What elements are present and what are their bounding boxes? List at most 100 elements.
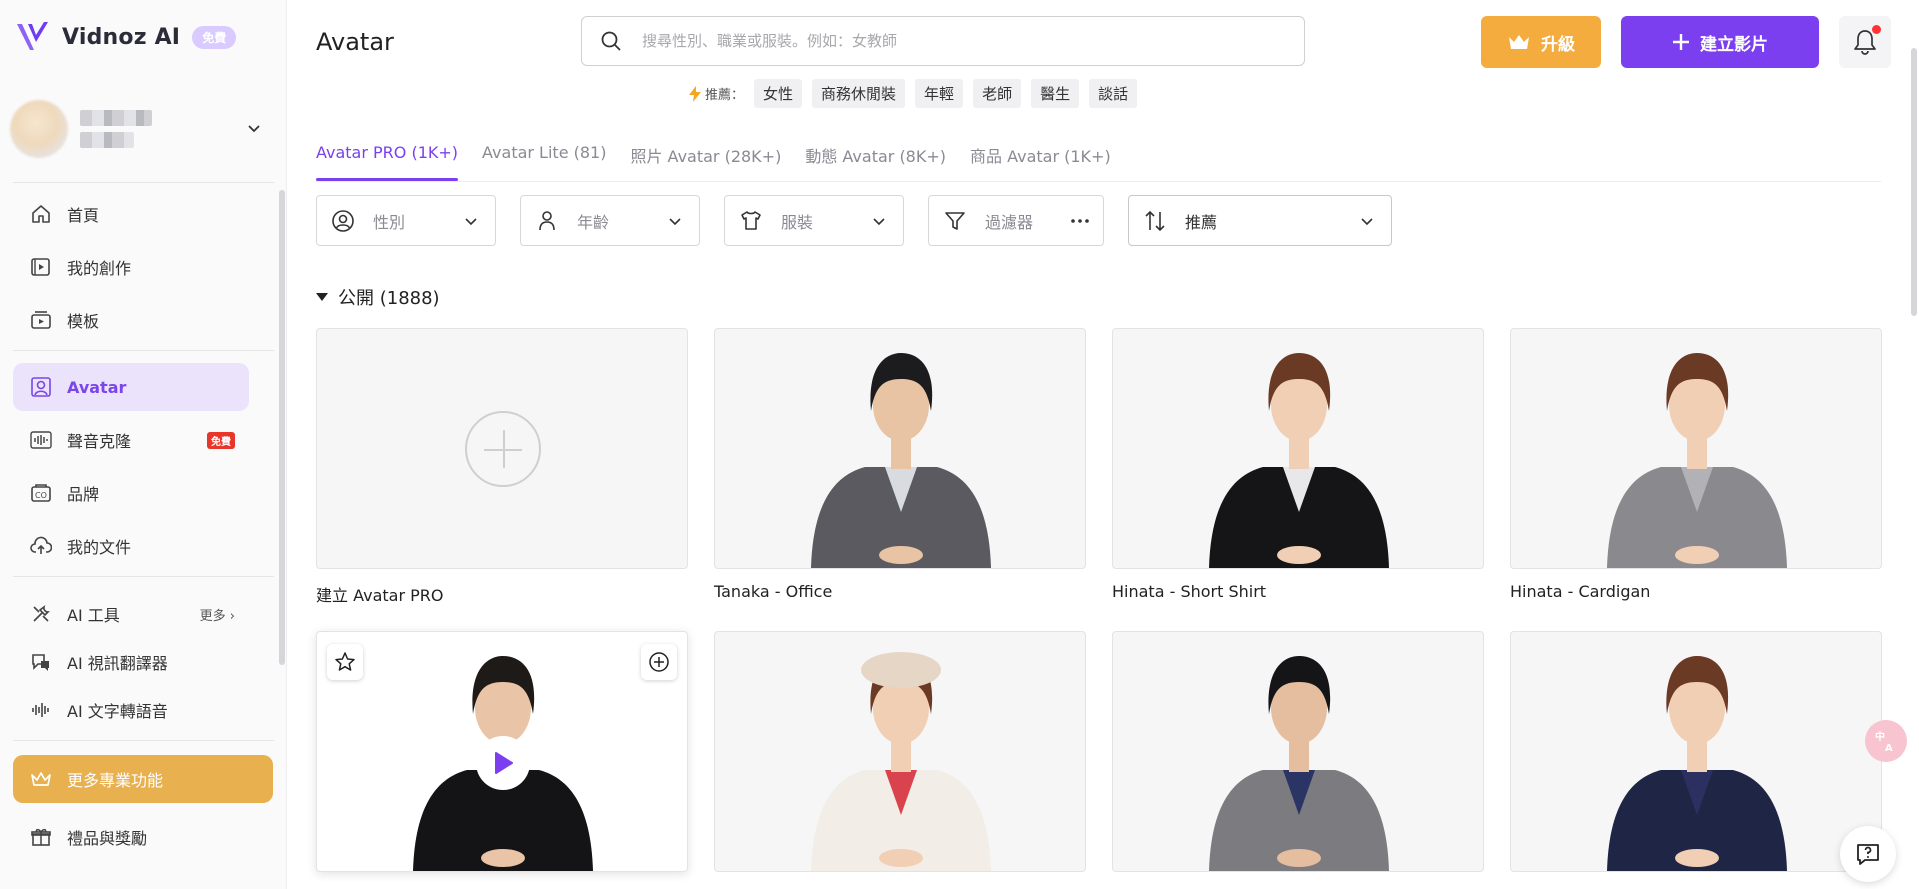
video-play-icon xyxy=(29,255,53,279)
gender-filter[interactable]: 性別 xyxy=(316,195,496,246)
sidebar-item-my-files[interactable]: 我的文件 xyxy=(13,522,249,570)
user-avatar xyxy=(10,100,68,158)
user-account[interactable] xyxy=(10,98,270,160)
avatar-card[interactable] xyxy=(316,631,688,872)
template-icon xyxy=(29,308,53,332)
recommend-label: 推薦： xyxy=(688,84,744,103)
sidebar-item-label: 模板 xyxy=(67,312,100,331)
tab-photo-avatar[interactable]: 照片 Avatar (28K+) xyxy=(630,143,781,181)
notification-dot xyxy=(1872,25,1881,34)
play-preview-button[interactable] xyxy=(476,736,530,790)
recommend-chip[interactable]: 醫生 xyxy=(1031,79,1080,108)
pro-button-label: 更多專業功能 xyxy=(67,771,164,790)
avatar-card[interactable] xyxy=(714,631,1086,872)
search-input[interactable] xyxy=(642,32,1242,50)
sidebar-item-text-to-speech[interactable]: AI 文字轉語音 xyxy=(13,686,249,734)
translate-icon xyxy=(29,650,53,674)
avatar-card[interactable] xyxy=(714,328,1086,569)
waveform-icon xyxy=(29,428,53,452)
outfit-filter-label: 服裝 xyxy=(781,212,814,232)
avatar-card[interactable] xyxy=(1112,328,1484,569)
divider xyxy=(13,576,274,577)
tab-dynamic-avatar[interactable]: 動態 Avatar (8K+) xyxy=(805,143,946,181)
tab-avatar-pro[interactable]: Avatar PRO (1K+) xyxy=(316,143,459,181)
sort-label: 推薦 xyxy=(1185,212,1218,232)
chevron-down-icon xyxy=(465,218,477,226)
tab-avatar-lite[interactable]: Avatar Lite (81) xyxy=(482,143,606,181)
recommend-chip[interactable]: 女性 xyxy=(754,79,803,108)
public-section-header[interactable]: 公開 (1888) xyxy=(316,284,440,310)
sidebar-item-brand[interactable]: CO 品牌 xyxy=(13,469,249,517)
crown-icon xyxy=(1509,35,1529,49)
recommend-chip[interactable]: 商務休閒裝 xyxy=(812,79,906,108)
svg-text:中: 中 xyxy=(1875,730,1885,743)
main-scrollbar[interactable] xyxy=(1911,48,1917,316)
help-chat-icon xyxy=(1857,844,1879,865)
sidebar-item-gifts-rewards[interactable]: 禮品與獎勵 xyxy=(13,813,249,861)
add-to-project-button[interactable] xyxy=(641,644,677,680)
plus-icon xyxy=(1673,34,1689,50)
brand-name: Vidnoz AI xyxy=(62,24,181,50)
sidebar-item-label: 首頁 xyxy=(67,206,100,225)
translate-fab-button[interactable]: 中A xyxy=(1865,720,1907,762)
divider xyxy=(13,740,274,741)
sort-dropdown[interactable]: 推薦 xyxy=(1128,195,1392,246)
divider xyxy=(13,350,274,351)
sidebar-item-label: 我的創作 xyxy=(67,259,132,278)
more-tools-link[interactable]: 更多 › xyxy=(200,605,235,624)
lightning-icon xyxy=(689,85,701,102)
advanced-filter[interactable]: 過濾器 xyxy=(928,195,1104,246)
age-filter[interactable]: 年齡 xyxy=(520,195,700,246)
avatar-card-label[interactable]: Tanaka - Office xyxy=(714,582,832,601)
sidebar-item-label: 品牌 xyxy=(67,485,100,504)
avatar-portrait xyxy=(811,353,991,568)
translate-icon: 中A xyxy=(1875,730,1893,753)
recommend-chip[interactable]: 年輕 xyxy=(915,79,964,108)
help-button[interactable] xyxy=(1840,826,1896,882)
chevron-down-icon[interactable] xyxy=(246,120,262,136)
sidebar-item-home[interactable]: 首頁 xyxy=(13,190,249,238)
avatar-type-tabs: Avatar PRO (1K+) Avatar Lite (81) 照片 Ava… xyxy=(316,143,1111,181)
more-pro-features-button[interactable]: 更多專業功能 xyxy=(13,755,273,803)
add-circle-icon xyxy=(649,652,669,672)
recommend-chip[interactable]: 老師 xyxy=(973,79,1022,108)
tools-icon xyxy=(29,602,53,626)
crown-icon xyxy=(31,772,51,786)
chevron-down-icon xyxy=(1361,218,1373,226)
favorite-button[interactable] xyxy=(327,644,363,680)
create-avatar-card[interactable] xyxy=(316,328,688,569)
avatar-card-label[interactable]: Hinata - Short Shirt xyxy=(1112,582,1266,601)
sidebar-item-templates[interactable]: 模板 xyxy=(13,296,249,344)
create-video-button[interactable]: 建立影片 xyxy=(1621,16,1819,68)
search-box[interactable] xyxy=(581,16,1305,66)
avatar-card-label[interactable]: Hinata - Cardigan xyxy=(1510,582,1650,601)
svg-text:A: A xyxy=(1885,743,1893,753)
avatar-card[interactable] xyxy=(1510,328,1882,569)
sidebar-item-voice-clone[interactable]: 聲音克隆 免費 xyxy=(13,416,249,464)
sidebar-scrollbar[interactable] xyxy=(279,190,285,665)
avatar-card-label[interactable]: 建立 Avatar PRO xyxy=(316,582,443,606)
sidebar-item-ai-tools[interactable]: AI 工具 更多 › xyxy=(13,590,249,638)
sidebar-item-avatar[interactable]: Avatar xyxy=(13,363,249,411)
tts-icon xyxy=(29,698,53,722)
notifications-button[interactable] xyxy=(1839,16,1891,68)
tab-product-avatar[interactable]: 商品 Avatar (1K+) xyxy=(970,143,1111,181)
sidebar-item-label: 禮品與獎勵 xyxy=(67,829,148,848)
user-circle-icon xyxy=(332,209,354,232)
avatar-card[interactable] xyxy=(1510,631,1882,872)
avatar-portrait xyxy=(1209,656,1389,871)
page-title: Avatar xyxy=(316,28,394,56)
gender-filter-label: 性別 xyxy=(373,212,406,232)
divider xyxy=(13,182,274,183)
avatar-portrait xyxy=(1607,353,1787,568)
sidebar-item-my-creations[interactable]: 我的創作 xyxy=(13,243,249,291)
outfit-filter[interactable]: 服裝 xyxy=(724,195,904,246)
upgrade-button[interactable]: 升級 xyxy=(1481,16,1601,68)
section-title: 公開 (1888) xyxy=(338,288,440,309)
svg-text:CO: CO xyxy=(35,491,47,500)
person-icon xyxy=(539,210,555,230)
logo[interactable]: Vidnoz AI 免費 xyxy=(14,18,237,56)
sidebar-item-video-translator[interactable]: AI 視訊翻譯器 xyxy=(13,638,249,686)
avatar-card[interactable] xyxy=(1112,631,1484,872)
recommend-chip[interactable]: 談話 xyxy=(1089,79,1138,108)
